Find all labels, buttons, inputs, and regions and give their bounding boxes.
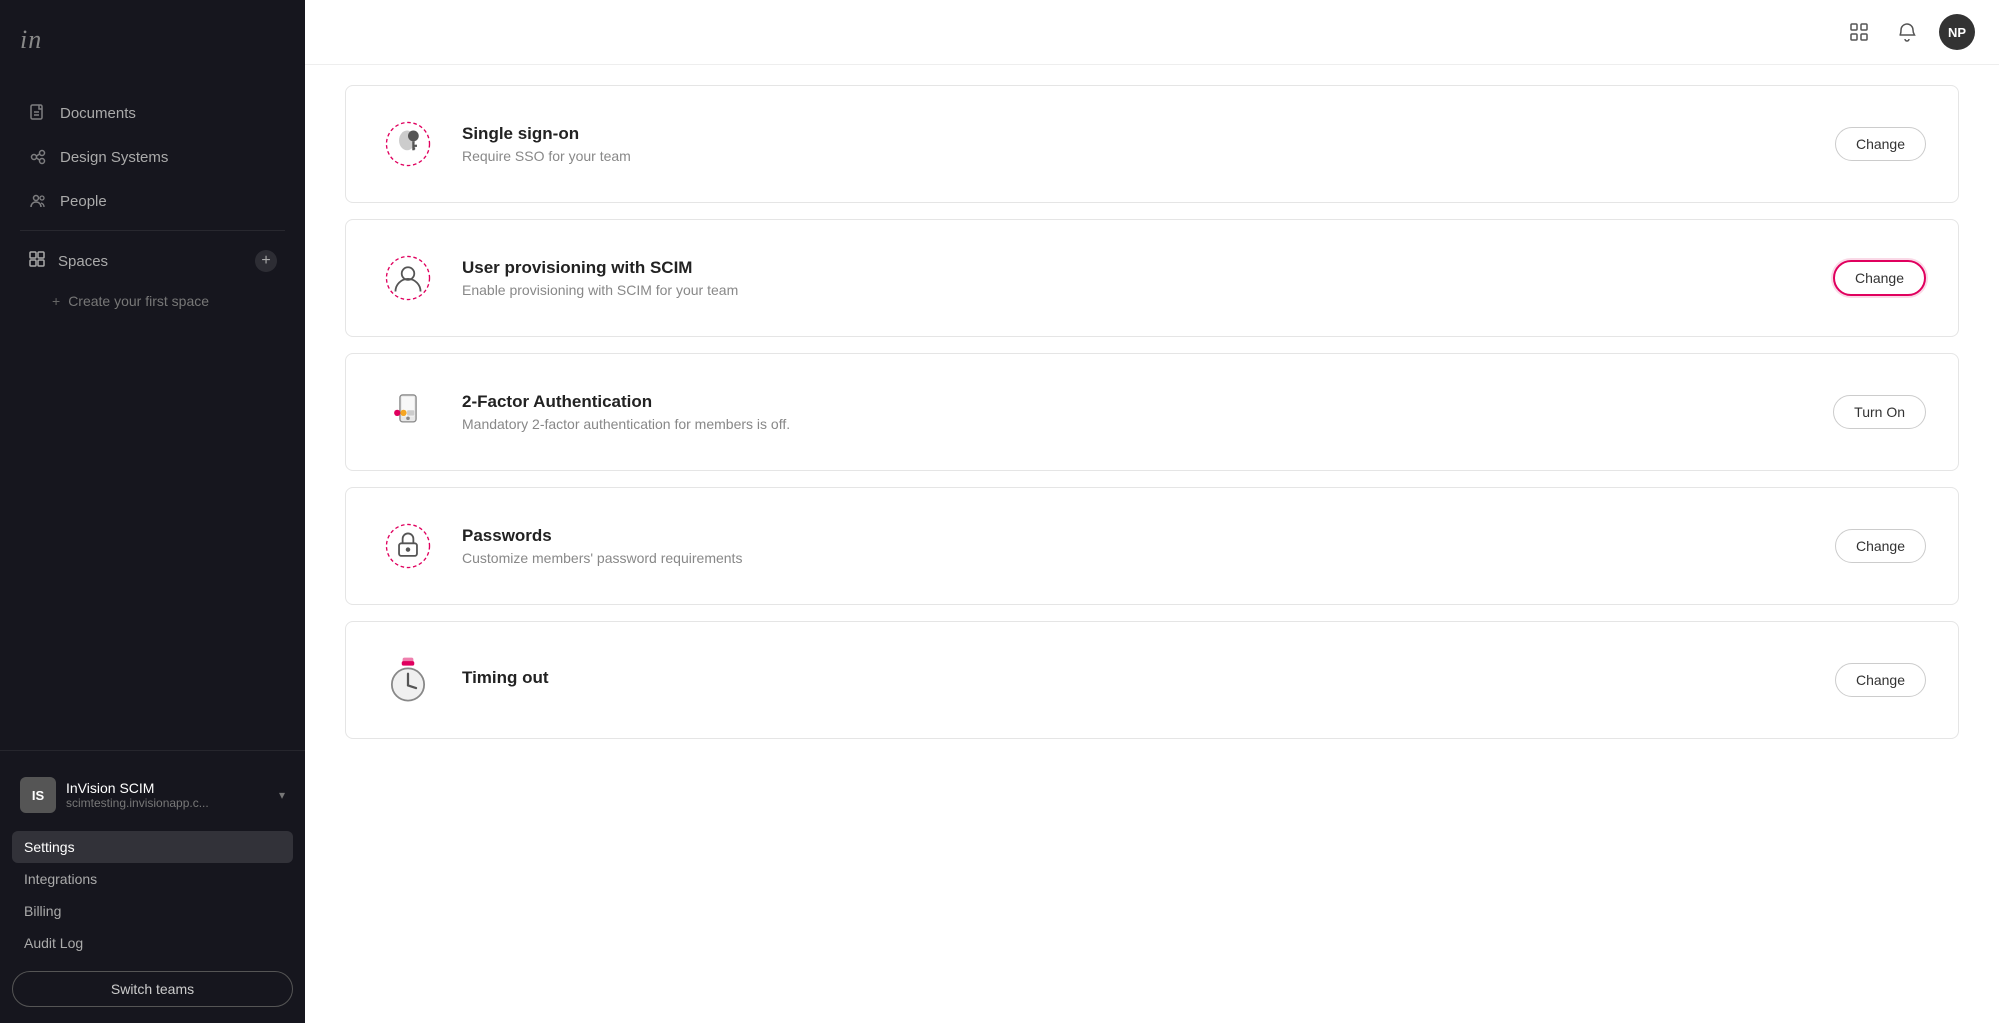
sso-desc: Require SSO for your team <box>462 148 1811 164</box>
2fa-desc: Mandatory 2-factor authentication for me… <box>462 416 1809 432</box>
sidebar-item-documents[interactable]: Documents <box>8 92 297 134</box>
nav-divider <box>20 230 285 231</box>
svg-text:in: in <box>20 25 42 54</box>
sidebar-menu-settings[interactable]: Settings <box>12 831 293 863</box>
timeout-title: Timing out <box>462 668 1811 688</box>
top-bar: NP <box>305 0 1999 65</box>
password-icon <box>378 516 438 576</box>
people-icon <box>28 191 48 211</box>
scim-action: Change <box>1833 260 1926 296</box>
setting-card-passwords: Passwords Customize members' password re… <box>345 487 1959 605</box>
sidebar: in Documents <box>0 0 305 1023</box>
switch-teams-button[interactable]: Switch teams <box>12 971 293 1007</box>
add-space-button[interactable]: + <box>255 250 277 272</box>
scim-title: User provisioning with SCIM <box>462 258 1809 278</box>
team-info[interactable]: IS InVision SCIM scimtesting.invisionapp… <box>12 767 293 823</box>
passwords-change-button[interactable]: Change <box>1835 529 1926 563</box>
scim-desc: Enable provisioning with SCIM for your t… <box>462 282 1809 298</box>
scim-icon <box>378 248 438 308</box>
sso-icon <box>378 114 438 174</box>
sso-change-button[interactable]: Change <box>1835 127 1926 161</box>
sso-info: Single sign-on Require SSO for your team <box>462 124 1811 164</box>
scim-change-button[interactable]: Change <box>1833 260 1926 296</box>
notification-bell-icon[interactable] <box>1891 16 1923 48</box>
spaces-section-header: Spaces + <box>8 239 297 283</box>
2fa-turnon-button[interactable]: Turn On <box>1833 395 1926 429</box>
setting-card-2fa: 2-Factor Authentication Mandatory 2-fact… <box>345 353 1959 471</box>
2fa-icon <box>378 382 438 442</box>
spaces-icon <box>28 250 46 272</box>
design-systems-label: Design Systems <box>60 149 168 166</box>
sidebar-bottom: IS InVision SCIM scimtesting.invisionapp… <box>0 750 305 1023</box>
setting-card-timeout: Timing out Change <box>345 621 1959 739</box>
grid-icon[interactable] <box>1843 16 1875 48</box>
documents-icon <box>28 103 48 123</box>
design-systems-icon <box>28 147 48 167</box>
chevron-down-icon: ▾ <box>279 788 285 802</box>
logo-text: in <box>20 34 50 59</box>
sso-action: Change <box>1835 127 1926 161</box>
sidebar-nav: Documents Design Systems <box>0 80 305 750</box>
passwords-title: Passwords <box>462 526 1811 546</box>
timeout-icon <box>378 650 438 710</box>
people-label: People <box>60 193 107 210</box>
sidebar-menu: Settings Integrations Billing Audit Log <box>12 831 293 959</box>
2fa-info: 2-Factor Authentication Mandatory 2-fact… <box>462 392 1809 432</box>
sidebar-item-design-systems[interactable]: Design Systems <box>8 136 297 178</box>
team-name: InVision SCIM <box>66 780 269 796</box>
timeout-info: Timing out <box>462 668 1811 692</box>
passwords-action: Change <box>1835 529 1926 563</box>
2fa-action: Turn On <box>1833 395 1926 429</box>
sidebar-menu-integrations[interactable]: Integrations <box>12 863 293 895</box>
timeout-change-button[interactable]: Change <box>1835 663 1926 697</box>
scim-info: User provisioning with SCIM Enable provi… <box>462 258 1809 298</box>
sidebar-menu-billing[interactable]: Billing <box>12 895 293 927</box>
create-first-space-item[interactable]: + Create your first space <box>0 285 305 317</box>
sidebar-item-people[interactable]: People <box>8 180 297 222</box>
team-avatar: IS <box>20 777 56 813</box>
plus-icon: + <box>52 293 60 309</box>
user-avatar[interactable]: NP <box>1939 14 1975 50</box>
passwords-info: Passwords Customize members' password re… <box>462 526 1811 566</box>
setting-card-sso: Single sign-on Require SSO for your team… <box>345 85 1959 203</box>
timeout-action: Change <box>1835 663 1926 697</box>
2fa-title: 2-Factor Authentication <box>462 392 1809 412</box>
settings-content: Single sign-on Require SSO for your team… <box>305 65 1999 1023</box>
documents-label: Documents <box>60 105 136 122</box>
app-logo[interactable]: in <box>0 0 305 80</box>
create-space-label: Create your first space <box>68 293 209 309</box>
team-details: InVision SCIM scimtesting.invisionapp.c.… <box>66 780 269 810</box>
sidebar-menu-audit-log[interactable]: Audit Log <box>12 927 293 959</box>
main-content: NP Single sign-on Require SSO for your t… <box>305 0 1999 1023</box>
setting-card-scim: User provisioning with SCIM Enable provi… <box>345 219 1959 337</box>
team-url: scimtesting.invisionapp.c... <box>66 796 269 810</box>
spaces-label: Spaces <box>58 253 108 270</box>
sso-title: Single sign-on <box>462 124 1811 144</box>
passwords-desc: Customize members' password requirements <box>462 550 1811 566</box>
